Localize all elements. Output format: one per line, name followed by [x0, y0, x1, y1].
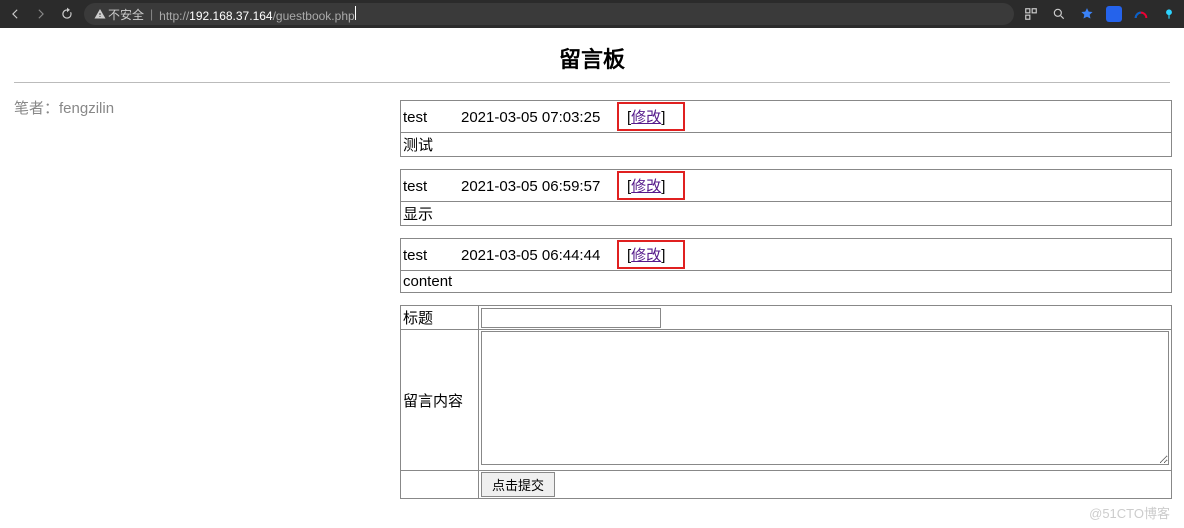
- content-textarea[interactable]: [481, 331, 1169, 465]
- highlight-box: [修改]: [617, 240, 685, 269]
- page-body: 留言板 笔者：fengzilin test2021-03-05 07:03:25…: [0, 28, 1184, 519]
- zoom-icon[interactable]: [1050, 5, 1068, 23]
- entry-user: test: [403, 109, 461, 126]
- insecure-icon: 不安全: [94, 6, 144, 23]
- submit-button[interactable]: 点击提交: [481, 472, 555, 497]
- back-button[interactable]: [6, 5, 24, 23]
- qr-icon[interactable]: [1022, 5, 1040, 23]
- form-content-label: 留言内容: [401, 330, 479, 471]
- entry-date: 2021-03-05 06:59:57: [461, 178, 619, 195]
- entry-content: 显示: [401, 202, 1172, 226]
- watermark: @51CTO博客: [1089, 503, 1170, 522]
- edit-link[interactable]: 修改: [631, 178, 661, 195]
- reload-button[interactable]: [58, 5, 76, 23]
- guestbook-entry: test2021-03-05 06:59:57[修改]显示: [400, 169, 1170, 226]
- bookmark-icon[interactable]: [1078, 5, 1096, 23]
- guestbook-entry: test2021-03-05 07:03:25[修改]测试: [400, 100, 1170, 157]
- entry-content: 测试: [401, 133, 1172, 157]
- entry-content: content: [401, 271, 1172, 293]
- entry-date: 2021-03-05 07:03:25: [461, 109, 619, 126]
- highlight-box: [修改]: [617, 171, 685, 200]
- divider: [14, 82, 1170, 83]
- edit-link[interactable]: 修改: [631, 109, 661, 126]
- guestbook-entry: test2021-03-05 06:44:44[修改]content: [400, 238, 1170, 293]
- extension-icon-3[interactable]: [1160, 5, 1178, 23]
- form-title-label: 标题: [401, 306, 479, 330]
- edit-link[interactable]: 修改: [631, 247, 661, 264]
- address-bar[interactable]: 不安全 | http://192.168.37.164/guestbook.ph…: [84, 3, 1014, 25]
- url-text: http://192.168.37.164/guestbook.php: [159, 6, 356, 23]
- extension-icon-1[interactable]: [1106, 6, 1122, 22]
- entry-date: 2021-03-05 06:44:44: [461, 247, 619, 264]
- extension-icon-2[interactable]: [1132, 5, 1150, 23]
- browser-toolbar: 不安全 | http://192.168.37.164/guestbook.ph…: [0, 0, 1184, 28]
- entry-user: test: [403, 247, 461, 264]
- highlight-box: [修改]: [617, 102, 685, 131]
- forward-button[interactable]: [32, 5, 50, 23]
- message-form: 标题 留言内容 点击提交: [400, 305, 1172, 499]
- page-title: 留言板: [14, 42, 1170, 74]
- entry-user: test: [403, 178, 461, 195]
- title-input[interactable]: [481, 308, 661, 328]
- insecure-label: 不安全: [108, 6, 144, 23]
